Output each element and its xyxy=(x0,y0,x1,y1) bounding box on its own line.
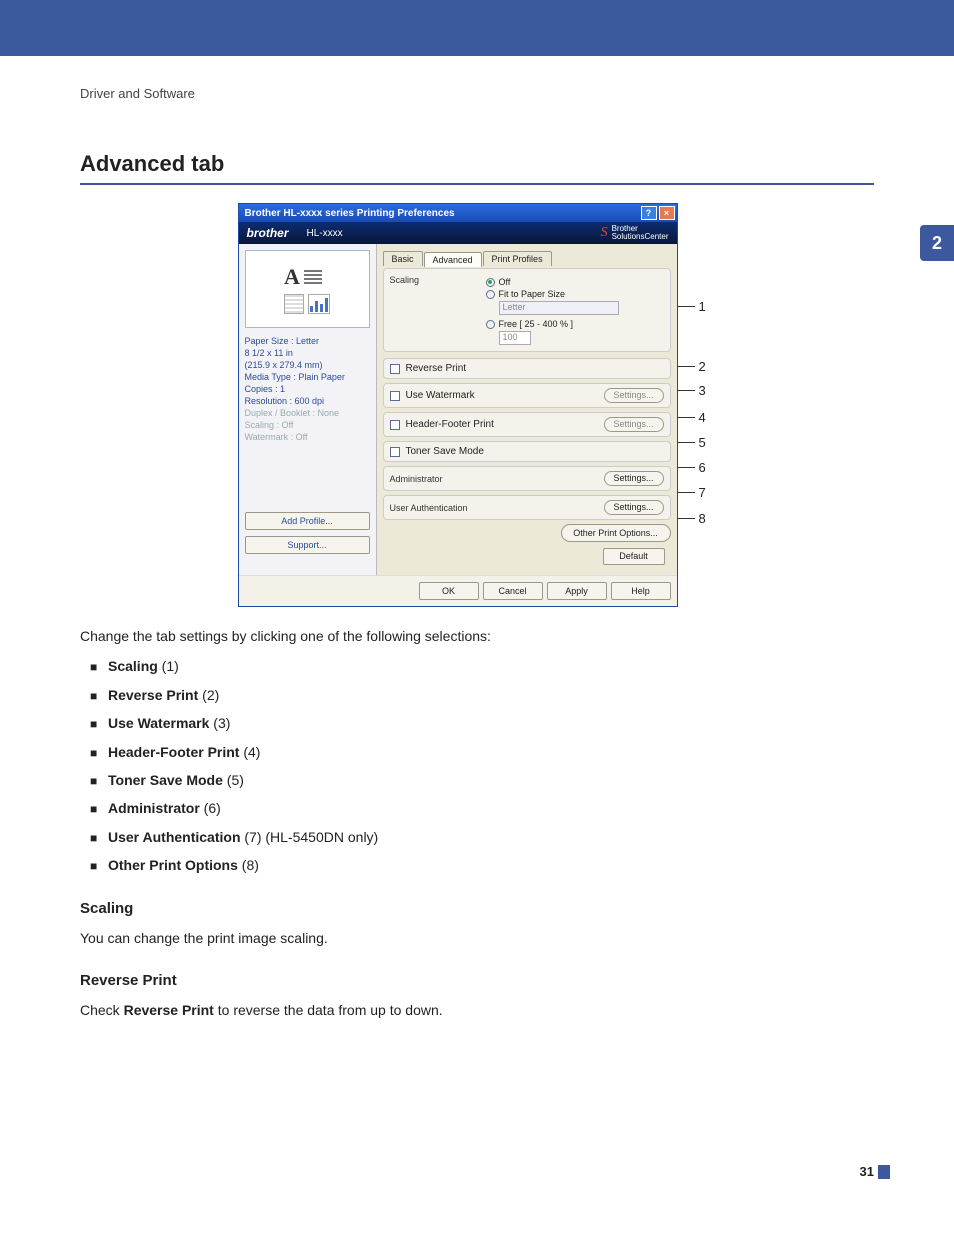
list-item: ■Header-Footer Print (4) xyxy=(90,741,874,763)
reverse-print-row: Reverse Print xyxy=(383,358,671,379)
header-footer-checkbox[interactable] xyxy=(390,420,400,430)
user-auth-label: User Authentication xyxy=(390,503,486,513)
callout-4: 4 xyxy=(699,410,706,425)
other-print-options-button[interactable]: Other Print Options... xyxy=(561,524,671,542)
use-watermark-row: Use Watermark Settings... xyxy=(383,383,671,408)
info-paper-size: Paper Size : Letter xyxy=(245,336,370,346)
list-item: ■User Authentication (7) (HL-5450DN only… xyxy=(90,826,874,848)
list-item: ■Administrator (6) xyxy=(90,797,874,819)
toner-save-label: Toner Save Mode xyxy=(406,446,484,457)
radio-off-label: Off xyxy=(499,277,511,287)
scaling-label: Scaling xyxy=(390,275,486,345)
tab-advanced[interactable]: Advanced xyxy=(424,252,482,267)
reverse-print-checkbox[interactable] xyxy=(390,364,400,374)
radio-off[interactable] xyxy=(486,278,495,287)
options-list: ■Scaling (1) ■Reverse Print (2) ■Use Wat… xyxy=(80,655,874,876)
administrator-row: Administrator Settings... xyxy=(383,466,671,491)
help-icon[interactable]: ? xyxy=(641,206,657,220)
list-item: ■Toner Save Mode (5) xyxy=(90,769,874,791)
default-button[interactable]: Default xyxy=(603,548,665,565)
info-dims-mm: (215.9 x 279.4 mm) xyxy=(245,360,370,370)
solutions-link[interactable]: Brother SolutionsCenter xyxy=(612,225,669,241)
brother-logo: brother xyxy=(247,226,289,240)
intro-text: Change the tab settings by clicking one … xyxy=(80,625,874,647)
support-button[interactable]: Support... xyxy=(245,536,370,554)
list-item: ■Other Print Options (8) xyxy=(90,854,874,876)
apply-button[interactable]: Apply xyxy=(547,582,607,600)
info-watermark: Watermark : Off xyxy=(245,432,370,442)
header-footer-label: Header-Footer Print xyxy=(406,419,494,430)
page-number-marker xyxy=(878,1165,890,1179)
section-reverse-heading: Reverse Print xyxy=(80,969,874,993)
chapter-tab: 2 xyxy=(920,225,954,261)
tabstrip: Basic Advanced Print Profiles xyxy=(383,248,671,266)
ok-button[interactable]: OK xyxy=(419,582,479,600)
section-reverse-text: Check Reverse Print to reverse the data … xyxy=(80,999,874,1021)
help-button[interactable]: Help xyxy=(611,582,671,600)
print-preferences-dialog: Brother HL-xxxx series Printing Preferen… xyxy=(238,203,678,607)
page-title: Advanced tab xyxy=(80,151,874,185)
info-scaling: Scaling : Off xyxy=(245,420,370,430)
solutions-icon[interactable]: S xyxy=(601,226,608,240)
add-profile-button[interactable]: Add Profile... xyxy=(245,512,370,530)
info-resolution: Resolution : 600 dpi xyxy=(245,396,370,406)
toner-save-checkbox[interactable] xyxy=(390,447,400,457)
page-number: 31 xyxy=(860,1164,874,1179)
dialog-buttons: OK Cancel Apply Help xyxy=(239,575,677,606)
page-top-bar xyxy=(0,0,954,56)
use-watermark-checkbox[interactable] xyxy=(390,391,400,401)
info-duplex: Duplex / Booklet : None xyxy=(245,408,370,418)
use-watermark-label: Use Watermark xyxy=(406,390,475,401)
dialog-title: Brother HL-xxxx series Printing Preferen… xyxy=(245,208,455,219)
list-item: ■Reverse Print (2) xyxy=(90,684,874,706)
callout-3: 3 xyxy=(699,383,706,398)
section-scaling-heading: Scaling xyxy=(80,897,874,921)
radio-free-label: Free [ 25 - 400 % ] xyxy=(499,319,574,329)
callout-1: 1 xyxy=(699,299,706,314)
dialog-titlebar: Brother HL-xxxx series Printing Preferen… xyxy=(239,204,677,222)
summary-pane: A Paper Size : Letter 8 1/2 x 11 in (215… xyxy=(239,244,377,575)
administrator-label: Administrator xyxy=(390,474,486,484)
callout-2: 2 xyxy=(699,359,706,374)
cancel-button[interactable]: Cancel xyxy=(483,582,543,600)
free-percent-input[interactable]: 100 xyxy=(499,331,531,345)
brand-bar: brother HL-xxxx S Brother SolutionsCente… xyxy=(239,222,677,244)
callout-7: 7 xyxy=(699,485,706,500)
scaling-group: Scaling Off Fit to Paper Size Letter Fre… xyxy=(383,268,671,352)
header-footer-row: Header-Footer Print Settings... xyxy=(383,412,671,437)
list-item: ■Scaling (1) xyxy=(90,655,874,677)
administrator-settings-button[interactable]: Settings... xyxy=(604,471,664,486)
user-auth-row: User Authentication Settings... xyxy=(383,495,671,520)
info-copies: Copies : 1 xyxy=(245,384,370,394)
reverse-print-label: Reverse Print xyxy=(406,363,467,374)
user-auth-settings-button[interactable]: Settings... xyxy=(604,500,664,515)
info-dims-in: 8 1/2 x 11 in xyxy=(245,348,370,358)
fit-size-select[interactable]: Letter xyxy=(499,301,619,315)
close-icon[interactable]: × xyxy=(659,206,675,220)
info-media: Media Type : Plain Paper xyxy=(245,372,370,382)
radio-free[interactable] xyxy=(486,320,495,329)
header-footer-settings-button[interactable]: Settings... xyxy=(604,417,664,432)
callout-5: 5 xyxy=(699,435,706,450)
model-label: HL-xxxx xyxy=(307,228,343,239)
list-item: ■Use Watermark (3) xyxy=(90,712,874,734)
radio-fit[interactable] xyxy=(486,290,495,299)
toner-save-row: Toner Save Mode xyxy=(383,441,671,462)
watermark-settings-button[interactable]: Settings... xyxy=(604,388,664,403)
radio-fit-label: Fit to Paper Size xyxy=(499,289,566,299)
tab-basic[interactable]: Basic xyxy=(383,251,423,266)
section-scaling-text: You can change the print image scaling. xyxy=(80,927,874,949)
callout-6: 6 xyxy=(699,460,706,475)
tab-print-profiles[interactable]: Print Profiles xyxy=(483,251,552,266)
callout-8: 8 xyxy=(699,511,706,526)
page-preview: A xyxy=(245,250,370,328)
breadcrumb: Driver and Software xyxy=(80,86,874,101)
